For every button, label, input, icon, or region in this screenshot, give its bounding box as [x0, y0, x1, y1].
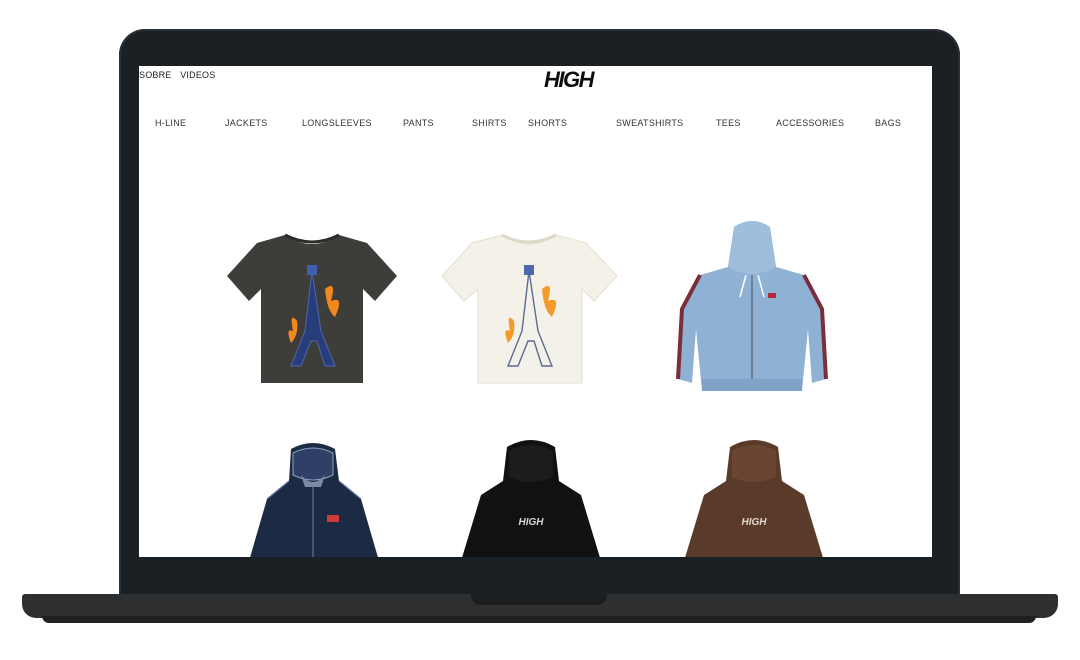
product-card-dark-tee[interactable]: [227, 231, 397, 386]
top-link-sobre[interactable]: SOBRE: [139, 70, 172, 80]
nav-item-accessories[interactable]: ACCESSORIES: [776, 118, 844, 128]
hoodie-print-text: HIGH: [742, 517, 768, 528]
dark-tee-image: [227, 233, 397, 383]
top-link-videos[interactable]: VIDEOS: [180, 70, 215, 80]
nav-item-sweatshirts[interactable]: SWEATSHIRTS: [616, 118, 683, 128]
nav-item-tees[interactable]: TEES: [716, 118, 741, 128]
nav-item-longsleeves[interactable]: LONGSLEEVES: [302, 118, 372, 128]
nav-item-jackets[interactable]: JACKETS: [225, 118, 268, 128]
product-card-cream-tee[interactable]: [442, 231, 617, 386]
product-card-denim-hoodie[interactable]: [672, 219, 832, 397]
navy-hoodie-image: [250, 443, 378, 557]
hoodie-print-text: HIGH: [519, 517, 545, 528]
category-nav: H-LINE JACKETS LONGSLEEVES PANTS SHIRTS …: [139, 118, 932, 132]
nav-item-shirts[interactable]: SHIRTS: [472, 118, 507, 128]
product-card-brown-hoodie[interactable]: HIGH: [684, 439, 824, 557]
nav-item-h-line[interactable]: H-LINE: [155, 118, 186, 128]
product-card-navy-hoodie[interactable]: [249, 441, 379, 557]
nav-item-pants[interactable]: PANTS: [403, 118, 434, 128]
brown-hoodie-image: HIGH: [685, 440, 823, 557]
laptop-base-shadow: [42, 616, 1036, 623]
denim-hoodie-image: [676, 221, 828, 391]
laptop-notch: [471, 594, 607, 605]
product-card-black-hoodie[interactable]: HIGH: [461, 439, 601, 557]
nav-item-bags[interactable]: BAGS: [875, 118, 901, 128]
nav-item-shorts[interactable]: SHORTS: [528, 118, 567, 128]
website-screen: SOBRE VIDEOS HIGH H-LINE JACKETS LONGSLE…: [139, 66, 932, 557]
cream-tee-image: [442, 233, 617, 384]
black-hoodie-image: HIGH: [462, 440, 600, 557]
site-logo[interactable]: HIGH: [544, 67, 595, 93]
top-links: SOBRE VIDEOS: [139, 70, 221, 80]
